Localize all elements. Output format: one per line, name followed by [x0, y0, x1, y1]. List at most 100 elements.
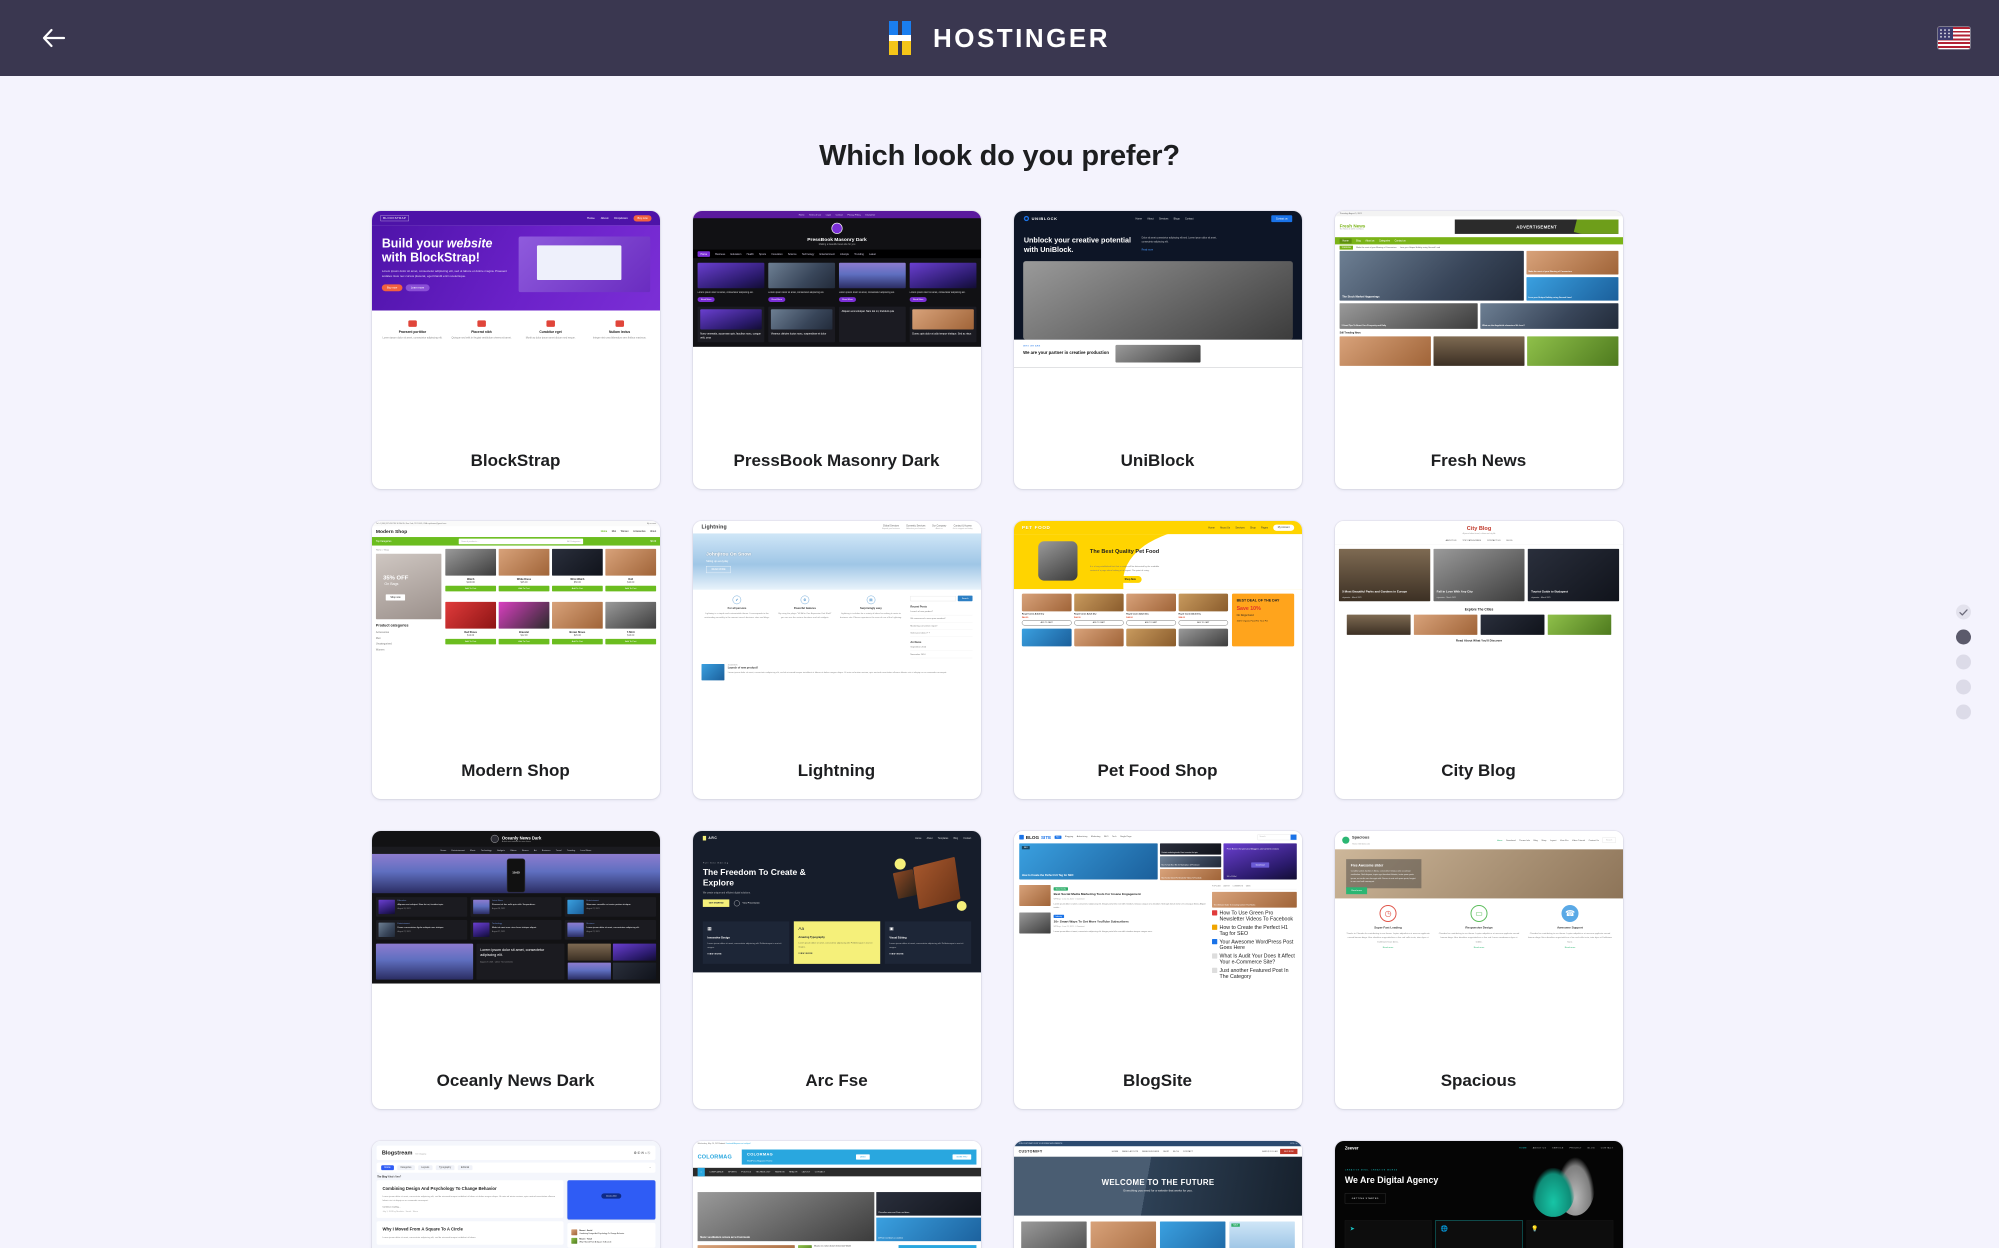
mini-nav-item: Terms of use [808, 213, 821, 216]
template-card-pressbook-masonry-dark[interactable]: Home Terms of use Login Contact Privacy … [692, 211, 981, 489]
template-card-lightning[interactable]: Lightning Global Services Expand your bus… [692, 521, 981, 799]
mini-post-title: Best Social Media Marketing Tools For In… [1053, 892, 1141, 897]
template-card-colormag[interactable]: Wednesday, May 26, 2021 Latest: Featured… [692, 1141, 981, 1248]
mini-section-title: Product categories [375, 623, 409, 628]
mini-date: Thursday, August 5, 2021 [1339, 212, 1362, 215]
mini-nav-item: PAGE LAYOUTS [1121, 1150, 1138, 1153]
template-name: Oceanly News Dark [436, 1071, 595, 1090]
mini-btn-primary: GET STARTED [702, 899, 729, 908]
template-thumbnail: BLOCKSTRAP Home About Dropdown Buy now B… [371, 211, 660, 433]
template-card-zeever[interactable]: Zeever HOME ABOUT US SERVICE PROJECT BLO… [1334, 1141, 1623, 1248]
mini-promo-button: Shop now [385, 594, 405, 601]
mini-section-title: We are your partner in creative producti… [1022, 350, 1109, 356]
template-card-blockstrap[interactable]: BLOCKSTRAP Home About Dropdown Buy now B… [371, 211, 660, 489]
template-card-oceanly-news-dark[interactable]: Oceanly News Dark A dark news website fo… [371, 831, 660, 1109]
mini-tile-date: August 27, 2021 [585, 930, 600, 933]
step-dot-1[interactable] [1956, 604, 1971, 620]
template-card-spacious[interactable]: Spacious Theme Grill Demo site Home Downl… [1334, 831, 1623, 1109]
mini-nav-item: SERVICE [1551, 1146, 1564, 1150]
mini-logo: City Blog [1466, 524, 1491, 532]
mini-category: Uncategorized [375, 642, 392, 646]
mini-category: Health [746, 252, 754, 256]
mini-product-name: Royal Canin Adult Dry [1177, 612, 1201, 616]
mini-sidebar-post: Combining Design And Psychology To Chang… [578, 1232, 624, 1235]
mini-list-item: We announced a new open member!! [909, 615, 973, 623]
template-card-pet-food-shop[interactable]: PET FOOD Home About Us Services Shop Pag… [1013, 521, 1302, 799]
mini-nav-item: HEALTH [788, 1170, 797, 1174]
template-card-arc-fse[interactable]: ARC Home About Templates Blog Contact Fu… [692, 831, 981, 1109]
mini-logo: BLOCKSTRAP [380, 215, 409, 222]
template-card-modern-shop[interactable]: Tel +1 (960) 557-658 780 30 Wall St, New… [371, 521, 660, 799]
mini-ticker-item: Lose your Unique Holiday using General L… [1399, 246, 1440, 249]
hostinger-logo: HOSTINGER [888, 21, 1111, 55]
template-thumbnail: Home Terms of use Login Contact Privacy … [692, 211, 981, 433]
mini-card-link: VIEW MORE [706, 953, 722, 956]
mini-product-name: Wrist Watch [569, 577, 584, 581]
template-card-uniblock[interactable]: UNIBLOCK Home About Services Blogs Conta… [1013, 211, 1302, 489]
mini-list-item: September 2014 [909, 644, 973, 651]
step-dot-4[interactable] [1956, 679, 1971, 695]
mini-card-caption: Lorem ipsum dolor sit amet, consectetur … [767, 291, 824, 294]
mini-nav-item: PAGE BUILDERS [1141, 1150, 1159, 1153]
mini-tag: Industry [1053, 914, 1064, 919]
template-card-fresh-news[interactable]: Thursday, August 5, 2021 Fresh News The … [1334, 211, 1623, 489]
template-card-customify[interactable]: JOIN CUSTOMIFY FOR YOUR FREE NEW WEBSITE… [1013, 1141, 1302, 1248]
mini-nav-item: Contact [962, 837, 971, 840]
mini-nav-item: About [649, 530, 656, 533]
mini-nav-item: Travel [555, 849, 562, 852]
mini-nav-item: Technology [480, 849, 492, 852]
mini-nav-item: Home [440, 849, 446, 852]
mini-nav-item: Pages [1260, 526, 1268, 530]
mini-tile-title: Donec consectetuer ligula volutpat nunc … [397, 926, 444, 929]
template-thumbnail: BLOG SITE New Blogging Advertising Market… [1013, 831, 1302, 1053]
mini-post-desc: Lorem ipsum dolor sit amet, consectetur … [1053, 930, 1152, 933]
mini-nav-item: Home [380, 1165, 394, 1171]
mini-logo-icon [1023, 215, 1029, 222]
template-thumbnail: ARC Home About Templates Blog Contact Fu… [692, 831, 981, 1053]
mini-list-item: November 2014 [909, 651, 973, 659]
step-dot-3[interactable] [1956, 654, 1971, 670]
mini-nav-item: Video Tutorial [1571, 839, 1585, 842]
mini-nav-item: Blog [1355, 239, 1361, 242]
template-card-blogsite[interactable]: BLOG SITE New Blogging Advertising Market… [1013, 831, 1302, 1109]
mini-tile-date: August 27, 2021 [491, 930, 505, 933]
mini-nav-item: Accessories [632, 530, 646, 533]
mini-tab: POPULAR [1211, 885, 1221, 887]
mini-btn-secondary: View Presentation [742, 902, 760, 905]
mini-kicker: Recent · Travel [578, 1238, 592, 1241]
mini-feature-title: Awesome Support [1556, 925, 1583, 930]
mini-sidebar-post: Why I Moved From A Square To A Circle [578, 1241, 611, 1244]
mini-search-placeholder: Search [1601, 837, 1616, 843]
back-button[interactable] [32, 16, 76, 60]
template-name: Arc Fse [805, 1071, 868, 1090]
mini-product-price: $44.00 [1021, 616, 1028, 619]
mini-headline-em: website [446, 236, 492, 251]
mini-sidebar-post: The Ultimate Guide To Creating Content T… [1213, 903, 1255, 906]
mini-add-to-cart: Add To Cart [604, 585, 656, 592]
mini-feature-title: Placerat nibh [470, 330, 492, 334]
mini-nav-item: Business [541, 849, 551, 852]
step-dot-2[interactable] [1956, 629, 1971, 645]
mini-feature-title: 5 Most Beautiful Parks and Gardens in Eu… [1341, 590, 1407, 594]
mini-tile-title: Morbi sit amet nunc risus lacus tristiqu… [491, 926, 537, 929]
mini-hero-title: The Best Quality Pet Food [1089, 548, 1159, 555]
template-card-city-blog[interactable]: City Blog A journal about travel, cultur… [1334, 521, 1623, 799]
mini-nav-item: Contact Us [1588, 839, 1599, 842]
mini-category: Education [729, 252, 741, 256]
template-card-blogstream[interactable]: Blogstream Get blogging ⚙ ✆ ✉ ⌂ ⎋ Home Ca… [371, 1141, 660, 1248]
mini-nav-item: LAYOUT [801, 1170, 810, 1174]
mini-tile-title: Aliquam erat volutpat. Nam dui mi, tinci… [841, 309, 894, 313]
mini-tagline: A dark news website for news lovers [501, 840, 531, 843]
mini-feature-desc: Thanks to Chandra for contributing to ou… [1345, 932, 1430, 943]
mini-logo: Modern Shop [375, 528, 407, 535]
mini-nav-item: Art [533, 849, 537, 852]
mini-logo: PET FOOD [1021, 524, 1051, 531]
mini-section-title: Still Trending News [1339, 332, 1361, 335]
locale-flag-icon[interactable] [1937, 26, 1971, 50]
mini-nav-item: Blog [952, 837, 958, 840]
step-dot-5[interactable] [1956, 704, 1971, 720]
mini-card-caption: A Proin sed diam a curabitur [877, 1237, 903, 1240]
mini-categories-button: Top Categories [375, 540, 391, 543]
mini-latest-link: Featured Aliquam erat volutpat! [725, 1142, 751, 1145]
brand-name: HOSTINGER [932, 22, 1111, 53]
